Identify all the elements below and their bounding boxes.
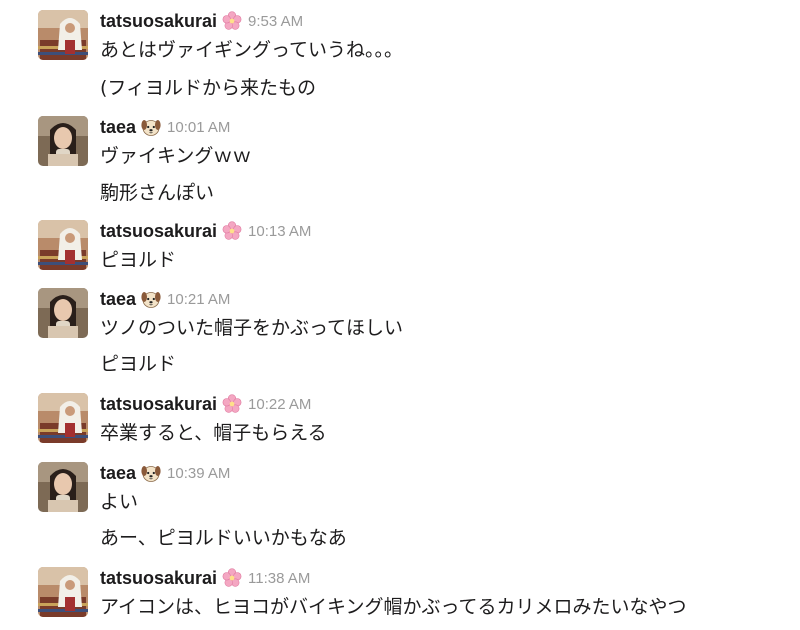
message-text: 卒業すると、帽子もらえる xyxy=(100,422,327,444)
message-text: ツノのついた帽子をかぶってほしい xyxy=(100,317,404,339)
avatar-tatsuosakurai[interactable] xyxy=(38,567,88,617)
cherry-blossom-icon xyxy=(222,221,242,241)
message-text: ピヨルド xyxy=(100,353,177,375)
message-text: ヴァイキングｗｗ xyxy=(100,145,252,167)
avatar-taea[interactable] xyxy=(38,288,88,338)
avatar-image xyxy=(38,116,88,166)
timestamp[interactable]: 10:13 AM xyxy=(248,223,311,240)
message-header: tatsuosakurai 10:13 AM xyxy=(100,220,311,242)
timestamp[interactable]: 10:01 AM xyxy=(167,119,230,136)
message-text: (フィヨルドから来たもの xyxy=(100,77,317,99)
avatar-tatsuosakurai[interactable] xyxy=(38,220,88,270)
message-text: あー、ピヨルドいいかもなあ xyxy=(100,527,347,549)
avatar-tatsuosakurai[interactable] xyxy=(38,10,88,60)
message-text: あとはヴァイギングっていうね。。。 xyxy=(100,39,404,61)
username[interactable]: tatsuosakurai xyxy=(100,221,217,242)
avatar-tatsuosakurai[interactable] xyxy=(38,393,88,443)
timestamp[interactable]: 10:22 AM xyxy=(248,396,311,413)
message-header: tatsuosakurai 10:22 AM xyxy=(100,393,311,415)
cherry-blossom-icon xyxy=(222,568,242,588)
dog-face-icon xyxy=(141,463,161,483)
timestamp[interactable]: 11:38 AM xyxy=(248,570,310,587)
message-header: taea 10:21 AM xyxy=(100,288,230,310)
username[interactable]: taea xyxy=(100,289,136,310)
avatar-image xyxy=(38,567,88,617)
message-header: tatsuosakurai 9:53 AM xyxy=(100,10,303,32)
dog-face-icon xyxy=(141,289,161,309)
username[interactable]: taea xyxy=(100,463,136,484)
avatar-image xyxy=(38,462,88,512)
username[interactable]: tatsuosakurai xyxy=(100,394,217,415)
cherry-blossom-icon xyxy=(222,394,242,414)
avatar-image xyxy=(38,393,88,443)
avatar-image xyxy=(38,288,88,338)
avatar-image xyxy=(38,220,88,270)
cherry-blossom-icon xyxy=(222,11,242,31)
username[interactable]: tatsuosakurai xyxy=(100,568,217,589)
username[interactable]: tatsuosakurai xyxy=(100,11,217,32)
dog-face-icon xyxy=(141,117,161,137)
avatar-taea[interactable] xyxy=(38,462,88,512)
message-text: ピヨルド xyxy=(100,249,177,271)
message-text: 駒形さんぽい xyxy=(100,182,215,204)
message-header: tatsuosakurai 11:38 AM xyxy=(100,567,310,589)
message-header: taea 10:01 AM xyxy=(100,116,230,138)
avatar-image xyxy=(38,10,88,60)
username[interactable]: taea xyxy=(100,117,136,138)
timestamp[interactable]: 10:39 AM xyxy=(167,465,230,482)
message-text: よい xyxy=(100,491,139,513)
message-text: アイコンは、ヒヨコがバイキング帽かぶってるカリメロみたいなやつ xyxy=(100,596,687,618)
timestamp[interactable]: 10:21 AM xyxy=(167,291,230,308)
timestamp[interactable]: 9:53 AM xyxy=(248,13,303,30)
message-header: taea 10:39 AM xyxy=(100,462,230,484)
avatar-taea[interactable] xyxy=(38,116,88,166)
